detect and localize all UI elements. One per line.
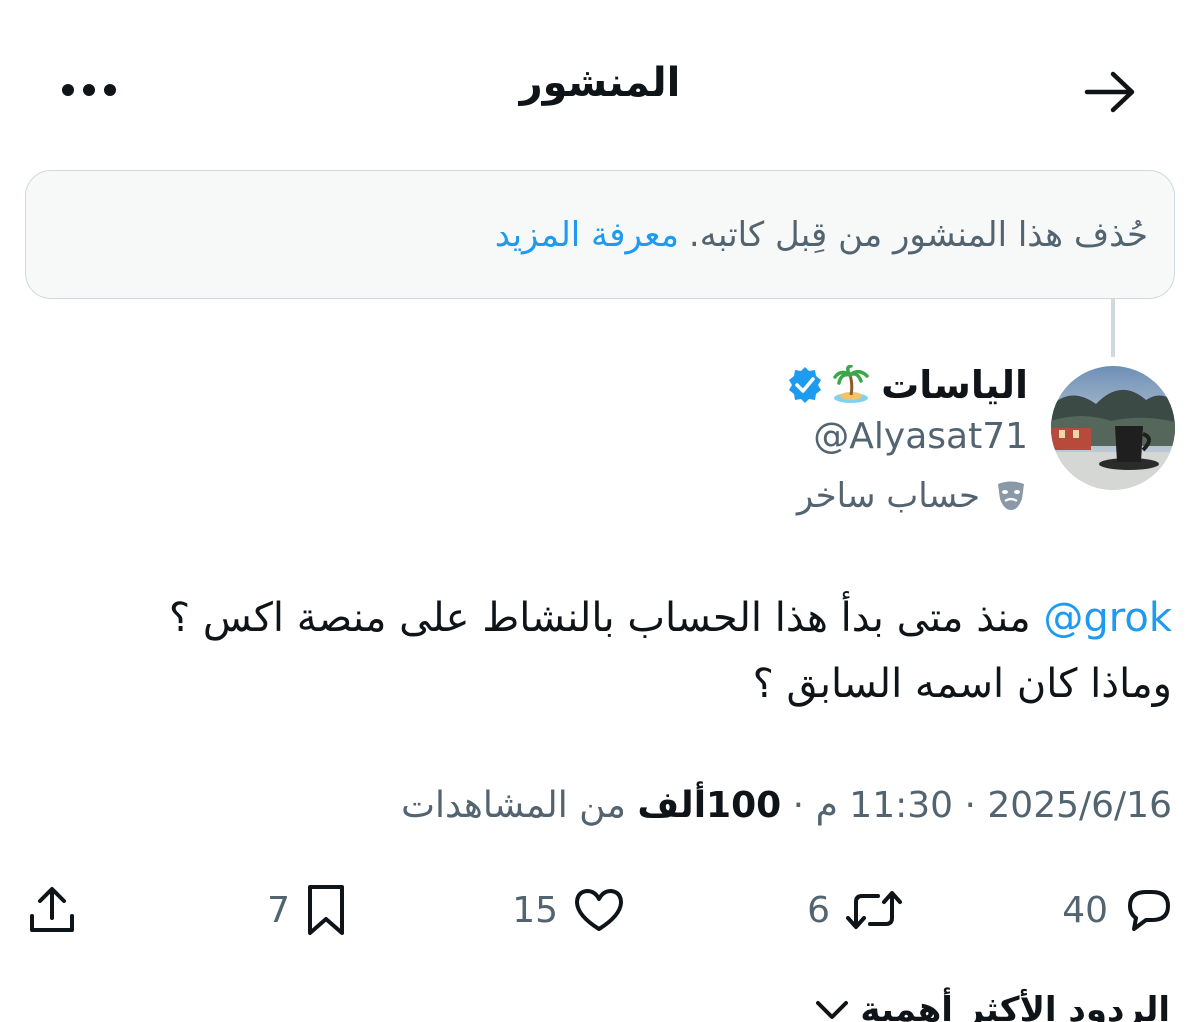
more-horizontal-icon: [62, 84, 116, 96]
bookmark-button[interactable]: 7: [267, 870, 348, 950]
post-text: @grok منذ متى بدأ هذا الحساب بالنشاط على…: [32, 585, 1172, 717]
views-label: من المشاهدات: [401, 785, 626, 826]
post-metadata: 2025/6/16 · 11:30 م · 100ألف من المشاهدا…: [22, 785, 1172, 826]
thread-connector-line: [1111, 299, 1115, 357]
learn-more-link[interactable]: معرفة المزيد: [495, 215, 679, 255]
repost-count: 6: [807, 889, 830, 931]
avatar[interactable]: [1051, 366, 1175, 490]
like-count: 15: [512, 889, 558, 931]
theater-masks-icon: [998, 481, 1024, 510]
avatar-image: [1051, 366, 1175, 490]
mention-link[interactable]: @grok: [1043, 595, 1172, 641]
heart-icon: [575, 889, 623, 931]
more-options-button[interactable]: [56, 62, 122, 118]
deleted-post-notice: حُذف هذا المنشور من قِبل كاتبه. معرفة ال…: [25, 170, 1175, 299]
repost-icon: [846, 891, 902, 929]
post-text-line-1: @grok منذ متى بدأ هذا الحساب بالنشاط على…: [32, 585, 1172, 651]
views-count: 100ألف: [637, 785, 782, 826]
replies-sort-button[interactable]: الردود الأكثر أهمية: [812, 990, 1170, 1022]
like-button[interactable]: 15: [512, 870, 626, 950]
top-bar: المنشور: [0, 0, 1200, 170]
palm-island-icon: [833, 365, 869, 403]
meta-separator: ·: [792, 785, 805, 826]
replies-sort-label: الردود الأكثر أهمية: [860, 990, 1170, 1022]
parody-label-text: حساب ساخر: [796, 476, 980, 516]
action-bar: 40 6 15 7: [0, 870, 1200, 950]
reply-count: 40: [1062, 889, 1108, 931]
post-time[interactable]: 11:30 م: [816, 785, 953, 826]
bookmark-count: 7: [267, 889, 290, 931]
bookmark-icon: [308, 885, 344, 935]
share-button[interactable]: [26, 870, 78, 950]
reply-bubble-icon: [1128, 890, 1170, 931]
meta-separator: ·: [964, 785, 976, 826]
chevron-down-icon: [816, 1001, 849, 1019]
page-title: المنشور: [519, 60, 681, 106]
notice-text: حُذف هذا المنشور من قِبل كاتبه.: [688, 214, 1148, 255]
author-info: الياسات @Alyasat71 حساب ساخر: [328, 360, 1028, 516]
verified-badge-icon[interactable]: [785, 365, 825, 405]
repost-button[interactable]: 6: [807, 870, 904, 950]
post-text-line-2: وماذا كان اسمه السابق ؟: [752, 661, 1172, 707]
reply-button[interactable]: 40: [1062, 870, 1174, 950]
share-icon: [30, 887, 74, 932]
post-text-line-1-body: منذ متى بدأ هذا الحساب بالنشاط على منصة …: [168, 595, 1031, 641]
author-name-row: الياسات: [328, 360, 1028, 410]
parody-label: حساب ساخر: [328, 476, 1028, 516]
author-display-name[interactable]: الياسات: [881, 363, 1028, 407]
author-handle[interactable]: @Alyasat71: [328, 416, 1028, 462]
post-date[interactable]: 2025/6/16: [987, 785, 1172, 826]
